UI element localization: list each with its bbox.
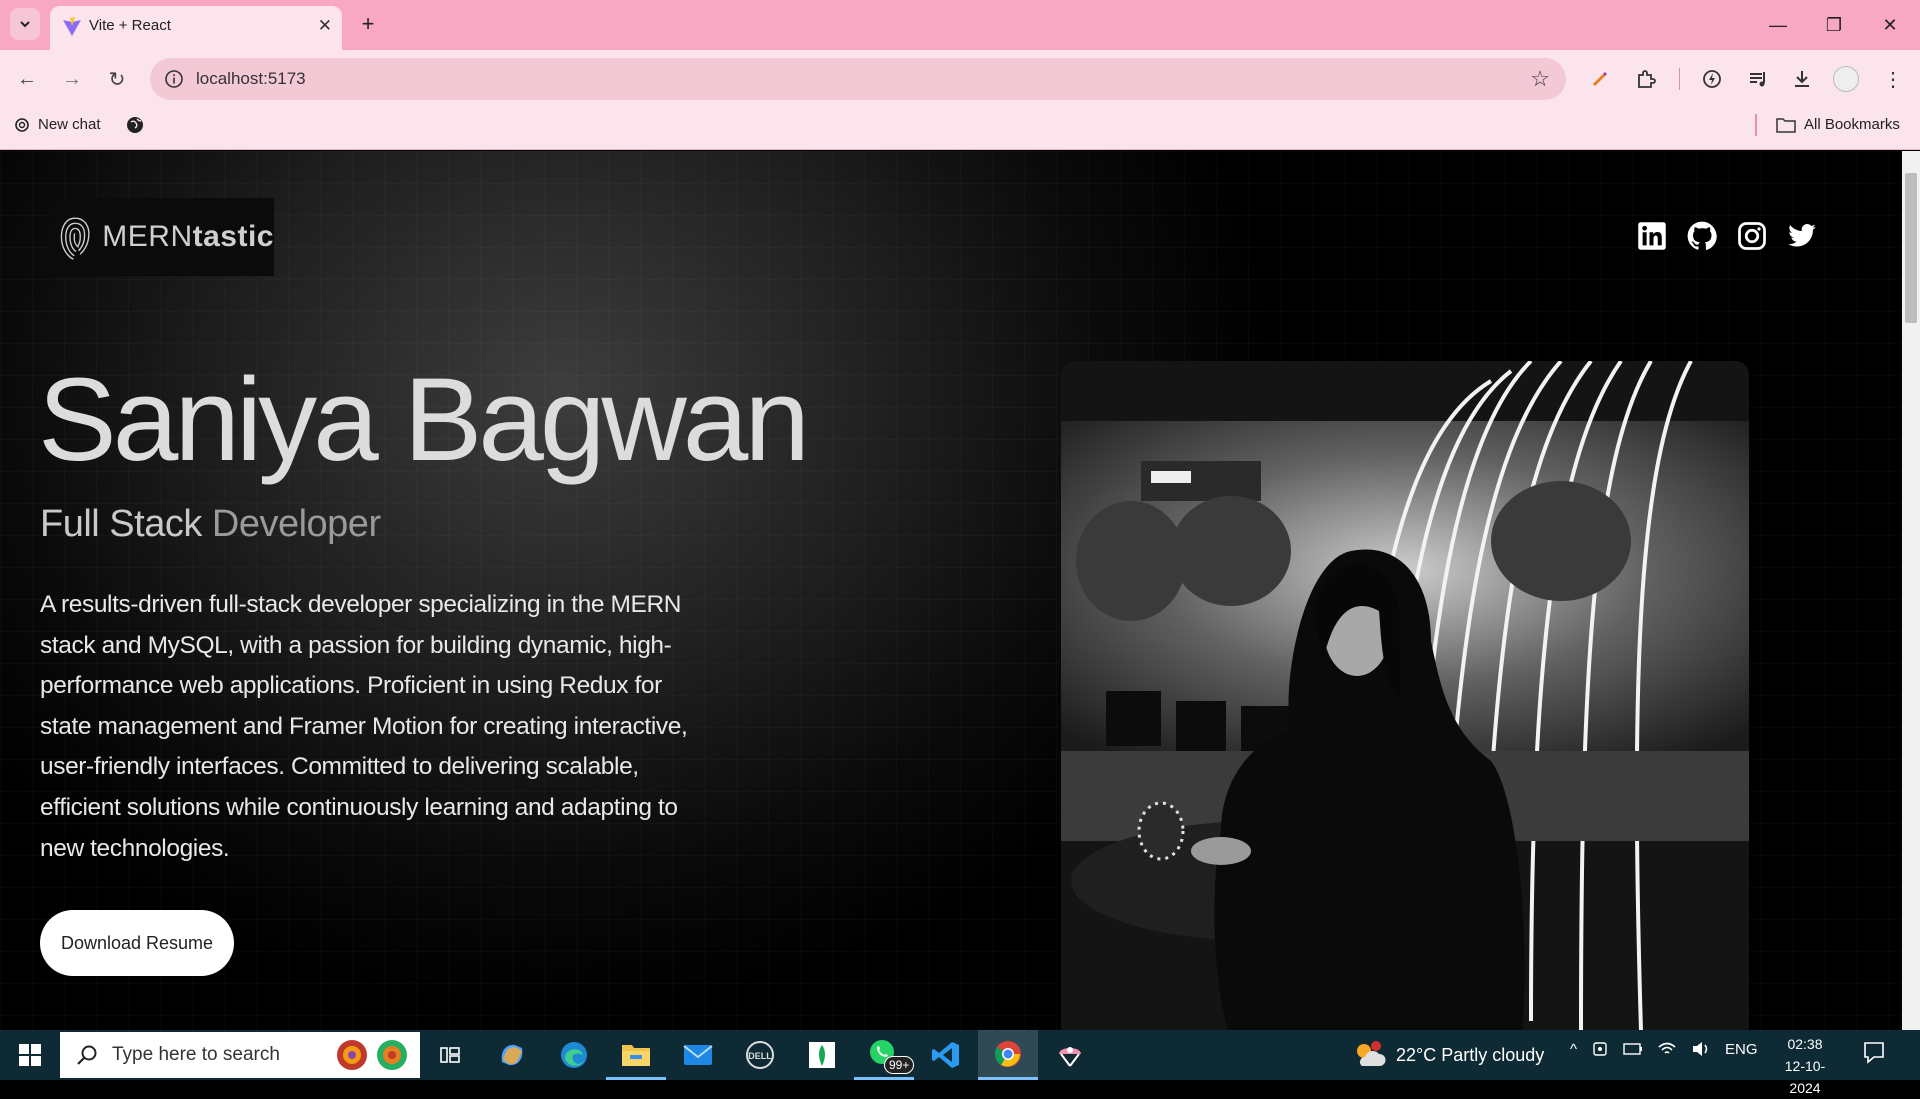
clock-time: 02:38 [1787, 1036, 1823, 1052]
task-view-icon[interactable] [420, 1030, 480, 1080]
role-part-2: Developer [211, 503, 381, 545]
language-indicator[interactable]: ENG [1725, 1041, 1758, 1058]
taskbar-clock[interactable]: 02:38 12-10-2024 [1770, 1033, 1840, 1099]
menu-icon[interactable]: ⋮ [1876, 62, 1910, 96]
all-bookmarks-label: All Bookmarks [1804, 116, 1900, 133]
chevron-down-icon [20, 21, 30, 28]
mail-icon[interactable] [668, 1030, 728, 1080]
logo-text-light: MERN [102, 220, 193, 253]
file-explorer-icon[interactable] [606, 1030, 666, 1080]
url-text: localhost:5173 [196, 69, 306, 88]
whatsapp-badge: 99+ [884, 1056, 915, 1074]
mongodb-compass-icon[interactable] [792, 1030, 852, 1080]
forward-button[interactable]: → [55, 62, 89, 96]
download-icon[interactable] [1785, 62, 1819, 96]
linkedin-icon[interactable] [1637, 221, 1667, 251]
pen-extension-icon[interactable] [1583, 62, 1617, 96]
bookmark-star-icon[interactable]: ☆ [1530, 66, 1550, 92]
snipping-tool-icon[interactable] [1040, 1030, 1100, 1080]
folder-icon [1776, 117, 1796, 133]
download-resume-button[interactable]: Download Resume [40, 910, 234, 976]
bookmark-label: New chat [38, 116, 101, 133]
logo-text-bold: tastic [192, 220, 274, 253]
site-info-icon[interactable] [164, 69, 184, 89]
search-placeholder: Type here to search [112, 1044, 280, 1065]
github-icon[interactable] [1687, 221, 1717, 251]
new-tab-button[interactable]: + [352, 8, 384, 40]
toolbar-separator [1679, 68, 1680, 90]
profile-avatar[interactable] [1829, 62, 1863, 96]
bookmarks-bar [0, 108, 1920, 150]
wifi-icon[interactable] [1657, 1041, 1677, 1057]
vite-logo-icon [63, 17, 81, 36]
fingerprint-icon [60, 217, 90, 260]
chrome-icon[interactable] [978, 1030, 1038, 1080]
scrollbar-thumb[interactable] [1905, 173, 1917, 323]
twitter-icon[interactable] [1787, 221, 1817, 251]
hero-role: Full Stack Developer [40, 503, 381, 546]
vscode-icon[interactable] [916, 1030, 976, 1080]
reload-button[interactable]: ↻ [100, 62, 134, 96]
search-icon [77, 1045, 97, 1065]
start-button[interactable] [0, 1030, 60, 1080]
instagram-icon[interactable] [1737, 221, 1767, 251]
photo-illustration [1061, 361, 1749, 1030]
logo-text: MERNtastic [102, 220, 274, 254]
taskbar-search[interactable]: Type here to search [60, 1032, 420, 1078]
weather-widget[interactable]: 22°C Partly cloudy [1352, 1040, 1544, 1070]
hero-bio: A results-driven full-stack developer sp… [40, 591, 688, 862]
restore-button[interactable]: ❐ [1806, 0, 1862, 50]
site-logo[interactable]: MERNtastic [50, 198, 274, 276]
performance-icon[interactable] [1695, 62, 1729, 96]
browser-tab[interactable]: Vite + React ✕ [50, 6, 342, 50]
role-part-1: Full Stack [40, 503, 212, 545]
system-tray: ^ ENG [1570, 1040, 1758, 1058]
bookmark-new-chat[interactable]: New chat [14, 116, 101, 133]
extensions-icon[interactable] [1629, 62, 1663, 96]
chatgpt-icon [15, 117, 29, 132]
close-window-button[interactable]: ✕ [1862, 0, 1918, 50]
meet-now-icon[interactable] [1591, 1040, 1609, 1058]
weather-text: 22°C Partly cloudy [1396, 1044, 1545, 1065]
battery-icon[interactable] [1623, 1042, 1643, 1056]
tab-search-button[interactable] [10, 8, 40, 40]
bookmark-globe[interactable] [126, 116, 144, 139]
tray-chevron-up-icon[interactable]: ^ [1570, 1041, 1577, 1058]
globe-icon [127, 117, 143, 133]
svg-text:DELL: DELL [748, 1051, 772, 1061]
profile-photo [1061, 361, 1749, 1030]
volume-icon[interactable] [1691, 1040, 1711, 1058]
clock-date: 12-10-2024 [1784, 1058, 1826, 1096]
page-scrollbar[interactable] [1902, 151, 1920, 1030]
all-bookmarks-button[interactable]: All Bookmarks [1776, 116, 1900, 133]
dell-icon[interactable]: DELL [730, 1030, 790, 1080]
notification-icon[interactable] [1862, 1040, 1886, 1069]
copilot-icon[interactable] [482, 1030, 542, 1080]
page-viewport: MERNtastic Saniya Bagwan Full Stack Deve… [0, 151, 1902, 1030]
minimize-button[interactable]: — [1750, 0, 1806, 50]
bookmarks-separator [1755, 114, 1757, 136]
diwali-decoration-icon [336, 1040, 407, 1070]
edge-icon[interactable] [544, 1030, 604, 1080]
social-links [1637, 221, 1817, 251]
tab-title: Vite + React [89, 17, 171, 34]
hero-name: Saniya Bagwan [38, 354, 810, 486]
back-button[interactable]: ← [10, 62, 44, 96]
close-tab-icon[interactable]: ✕ [318, 16, 332, 36]
media-controls-icon[interactable] [1741, 62, 1775, 96]
partly-cloudy-icon [1357, 1041, 1386, 1066]
windows-logo-icon [19, 1044, 41, 1066]
address-bar[interactable]: localhost:5173 ☆ [150, 58, 1566, 100]
whatsapp-icon[interactable]: 99+ [854, 1030, 915, 1080]
